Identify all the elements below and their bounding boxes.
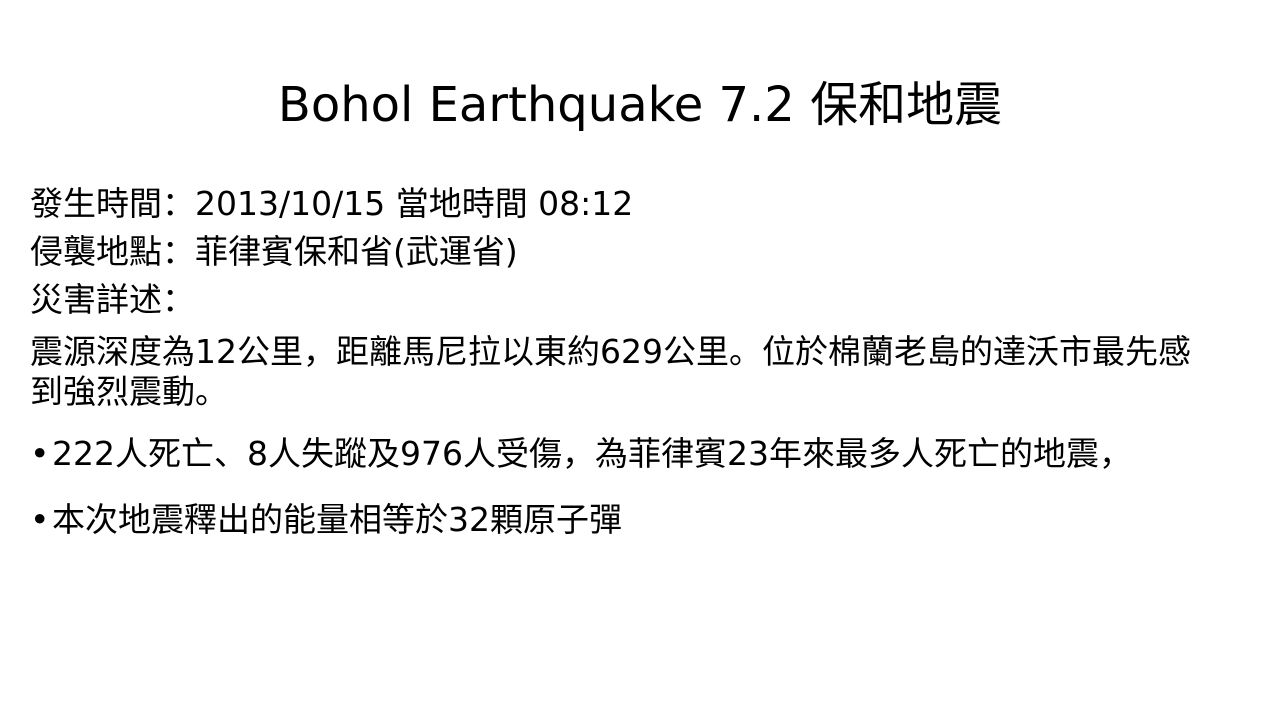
bullet-dot-icon: •	[30, 500, 50, 539]
bullet-item-casualties: • 222人死亡、8人失蹤及976人受傷，為菲律賓23年來最多人死亡的地震，	[30, 432, 1230, 476]
disaster-details-heading: 災害詳述：	[30, 280, 195, 319]
slide-content: 發生時間：2013/10/15 當地時間 08:12 侵襲地點：菲律賓保和省(武…	[30, 180, 1230, 564]
bullet-dot-icon: •	[30, 434, 50, 473]
description-paragraph: 震源深度為12公里，距離馬尼拉以東約629公里。位於棉蘭老島的達沃市最先感到強烈…	[30, 332, 1191, 411]
bullet-item-energy: • 本次地震釋出的能量相等於32顆原子彈	[30, 498, 1230, 542]
slide-title: Bohol Earthquake 7.2 保和地震	[277, 77, 1003, 133]
slide: Bohol Earthquake 7.2 保和地震 發生時間：2013/10/1…	[0, 0, 1280, 720]
bullet-text-energy: 本次地震釋出的能量相等於32顆原子彈	[52, 500, 622, 539]
occurrence-time-line: 發生時間：2013/10/15 當地時間 08:12	[30, 184, 634, 223]
affected-location-line: 侵襲地點：菲律賓保和省(武運省)	[30, 232, 518, 271]
bullet-text-casualties: 222人死亡、8人失蹤及976人受傷，為菲律賓23年來最多人死亡的地震，	[52, 434, 1132, 473]
bullet-list: • 222人死亡、8人失蹤及976人受傷，為菲律賓23年來最多人死亡的地震， •…	[30, 432, 1230, 542]
